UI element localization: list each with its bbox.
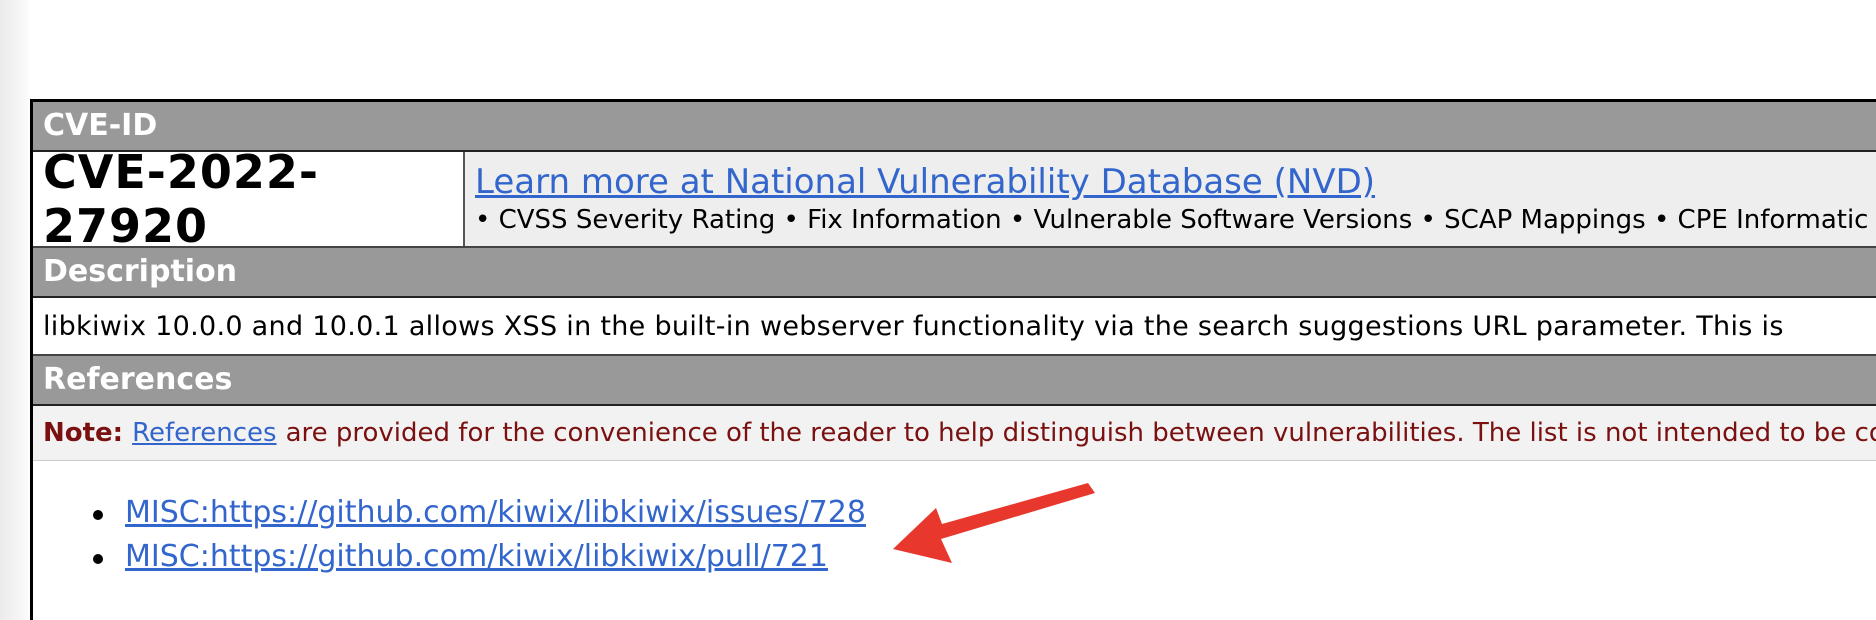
reference-link-issue-728[interactable]: MISC:https://github.com/kiwix/libkiwix/i… bbox=[125, 495, 866, 530]
note-text: are provided for the convenience of the … bbox=[285, 418, 1876, 448]
cve-id-value: CVE-2022-27920 bbox=[33, 145, 465, 253]
note-label: Note: bbox=[43, 418, 124, 448]
nvd-features-list: • CVSS Severity Rating • Fix Information… bbox=[475, 205, 1869, 235]
cve-id-row: CVE-2022-27920 Learn more at National Vu… bbox=[33, 145, 1876, 253]
description-header: Description bbox=[33, 248, 1876, 298]
references-list: MISC:https://github.com/kiwix/libkiwix/i… bbox=[93, 491, 866, 579]
nvd-info-cell: Learn more at National Vulnerability Dat… bbox=[465, 152, 1876, 246]
window-edge-shadow bbox=[0, 0, 32, 620]
reference-link-pull-721[interactable]: MISC:https://github.com/kiwix/libkiwix/p… bbox=[125, 539, 828, 574]
references-note: Note: References are provided for the co… bbox=[33, 406, 1876, 461]
list-item: MISC:https://github.com/kiwix/libkiwix/p… bbox=[93, 535, 866, 579]
references-header: References bbox=[33, 356, 1876, 406]
bullet-icon bbox=[93, 510, 103, 520]
bullet-icon bbox=[93, 554, 103, 564]
references-list-row: MISC:https://github.com/kiwix/libkiwix/i… bbox=[33, 461, 1876, 620]
description-text: libkiwix 10.0.0 and 10.0.1 allows XSS in… bbox=[33, 298, 1876, 356]
nvd-link[interactable]: Learn more at National Vulnerability Dat… bbox=[475, 161, 1876, 203]
references-help-link[interactable]: References bbox=[132, 418, 276, 448]
list-item: MISC:https://github.com/kiwix/libkiwix/i… bbox=[93, 491, 866, 535]
page: CVE-ID CVE-2022-27920 Learn more at Nati… bbox=[0, 0, 1876, 620]
cve-record-table: CVE-ID CVE-2022-27920 Learn more at Nati… bbox=[30, 99, 1876, 620]
